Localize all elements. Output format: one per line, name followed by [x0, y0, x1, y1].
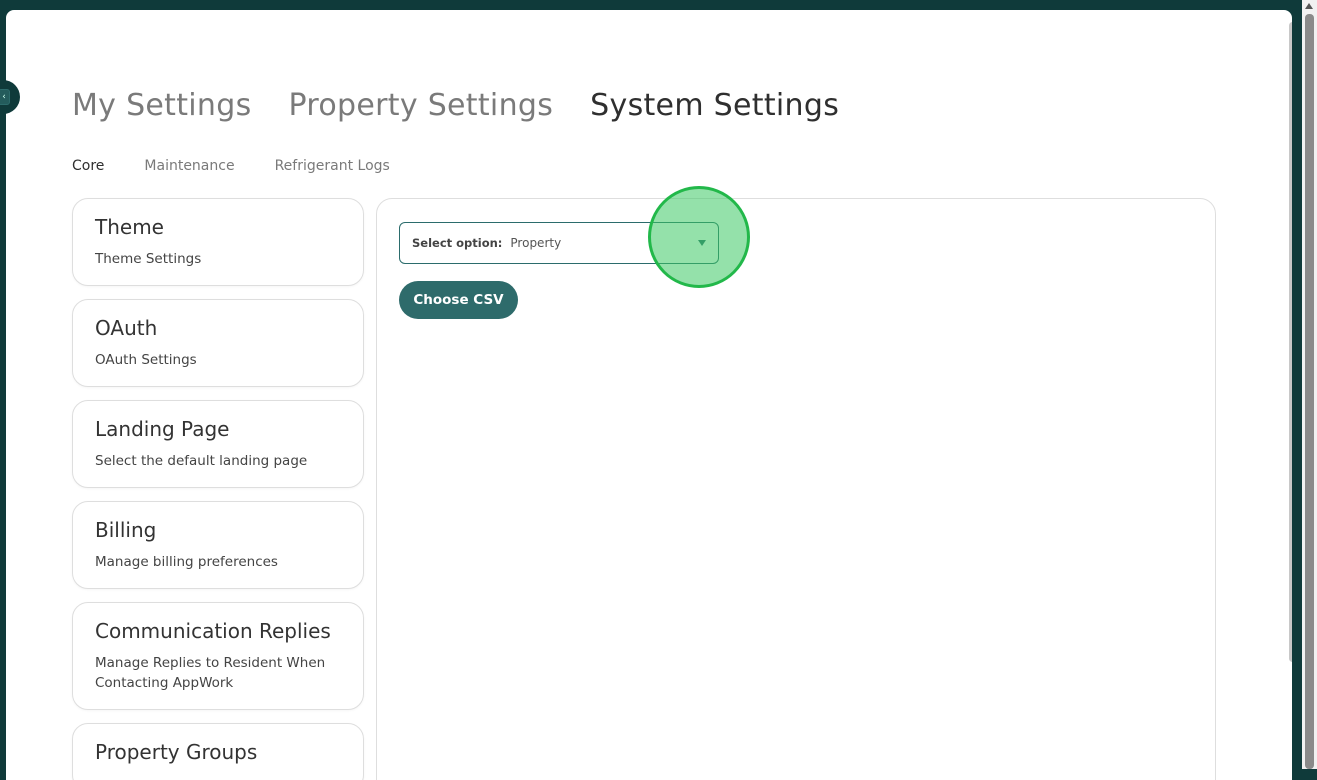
card-title: OAuth: [95, 316, 158, 340]
scroll-up-icon[interactable]: [1305, 3, 1313, 9]
card-title: Theme: [95, 215, 164, 239]
tab-my-settings[interactable]: My Settings: [72, 88, 252, 123]
top-tabs: My Settings Property Settings System Set…: [72, 88, 876, 123]
subtab-core[interactable]: Core: [72, 158, 104, 174]
settings-page: My Settings Property Settings System Set…: [6, 10, 1292, 780]
subtab-refrigerant-logs[interactable]: Refrigerant Logs: [275, 158, 390, 174]
card-title: Communication Replies: [95, 619, 331, 643]
card-property-groups[interactable]: Property Groups: [72, 723, 364, 780]
card-description: Select the default landing page: [95, 453, 308, 469]
chevron-left-icon: ‹: [0, 89, 10, 105]
card-title: Property Groups: [95, 740, 258, 764]
card-theme[interactable]: Theme Theme Settings: [72, 198, 364, 286]
select-value: Property: [510, 236, 562, 250]
click-indicator: [648, 186, 750, 288]
card-description: OAuth Settings: [95, 352, 197, 368]
scrollbar-thumb[interactable]: [1305, 14, 1314, 769]
card-oauth[interactable]: OAuth OAuth Settings: [72, 299, 364, 387]
page-scrollbar[interactable]: [1289, 22, 1292, 662]
sub-tabs: Core Maintenance Refrigerant Logs: [72, 158, 430, 174]
card-description: Manage Replies to Resident When Contacti…: [95, 655, 326, 691]
window-scrollbar[interactable]: [1302, 0, 1317, 769]
card-title: Billing: [95, 518, 157, 542]
card-landing-page[interactable]: Landing Page Select the default landing …: [72, 400, 364, 488]
select-label: Select option:: [412, 236, 503, 250]
card-communication-replies[interactable]: Communication Replies Manage Replies to …: [72, 602, 364, 710]
tab-system-settings[interactable]: System Settings: [590, 88, 839, 123]
card-description: Theme Settings: [95, 251, 202, 267]
tab-property-settings[interactable]: Property Settings: [289, 88, 554, 123]
card-billing[interactable]: Billing Manage billing preferences: [72, 501, 364, 589]
settings-panel: Select option: Property Choose CSV: [376, 198, 1216, 780]
card-title: Landing Page: [95, 417, 230, 441]
subtab-maintenance[interactable]: Maintenance: [144, 158, 234, 174]
choose-csv-button[interactable]: Choose CSV: [399, 281, 518, 319]
settings-card-list: Theme Theme Settings OAuth OAuth Setting…: [72, 198, 364, 780]
card-description: Manage billing preferences: [95, 554, 278, 570]
